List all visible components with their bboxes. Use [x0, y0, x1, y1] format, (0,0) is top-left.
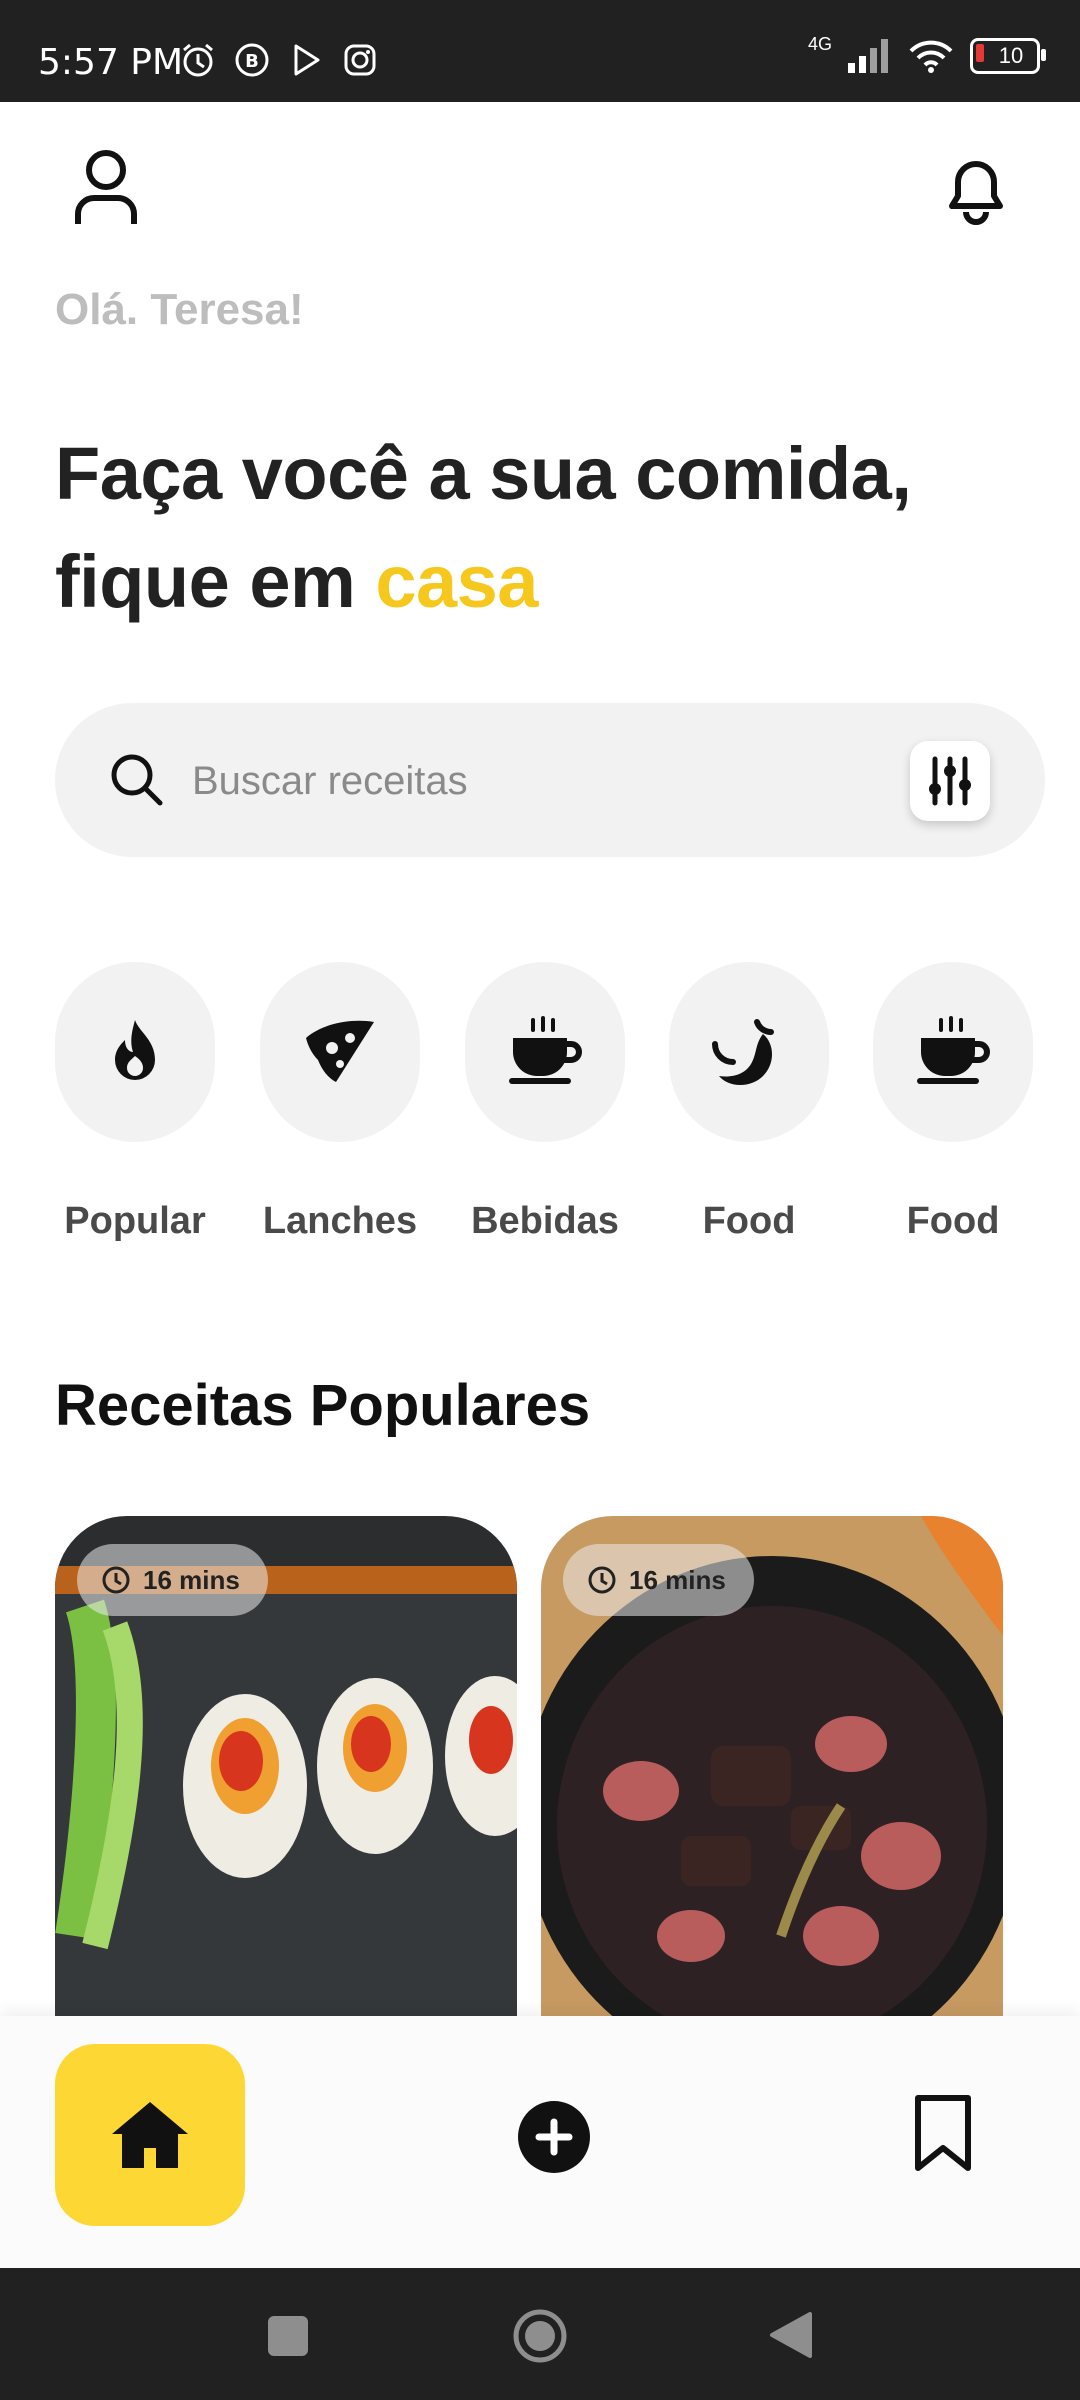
category-lanches[interactable]: Lanches	[260, 962, 420, 1243]
clock-icon	[102, 1566, 130, 1594]
bottom-nav	[0, 2016, 1080, 2268]
category-list: Popular Lanches Bebidas Food Food	[55, 962, 1080, 1252]
headline-line-1: Faça você a sua comida,	[55, 432, 912, 515]
bell-icon	[949, 161, 1003, 225]
category-food-2[interactable]: Food	[873, 962, 1033, 1243]
category-label: Popular	[64, 1200, 206, 1242]
nav-bookmark-button[interactable]	[912, 2094, 974, 2177]
sliders-icon	[929, 756, 971, 806]
wifi-icon	[909, 40, 953, 73]
signal-icon	[848, 39, 888, 73]
search-icon	[111, 754, 163, 806]
battery-level: 10	[998, 43, 1024, 68]
system-nav-bar	[0, 2268, 1080, 2400]
recipe-card[interactable]: 16 mins	[55, 1516, 517, 2016]
page-headline: Faça você a sua comida, fique em casa	[55, 420, 912, 636]
network-type: 4G	[807, 33, 832, 54]
category-label: Food	[906, 1200, 1000, 1242]
search-bar[interactable]	[55, 703, 1045, 857]
notifications-button[interactable]	[938, 150, 1014, 231]
home-icon	[112, 2102, 188, 2168]
instagram-icon	[344, 44, 376, 76]
category-label: Food	[702, 1200, 796, 1242]
back-button[interactable]	[768, 2310, 814, 2360]
section-title: Receitas Populares	[55, 1373, 591, 1438]
user-icon	[75, 150, 137, 224]
flame-icon	[115, 1020, 155, 1080]
alarm-icon	[183, 43, 213, 77]
filter-button[interactable]	[910, 741, 990, 821]
coffee-cup-icon	[917, 1016, 990, 1084]
greeting-text: Olá. Teresa!	[55, 285, 304, 334]
b-app-icon: B	[235, 43, 269, 77]
search-input[interactable]	[190, 745, 894, 817]
coffee-cup-icon	[509, 1016, 582, 1084]
pepper-icon	[712, 1019, 774, 1085]
bookmark-icon	[915, 2095, 971, 2171]
recents-button[interactable]	[268, 2316, 308, 2356]
clock-icon	[588, 1566, 616, 1594]
nav-add-button[interactable]	[517, 2100, 591, 2179]
category-label: Lanches	[262, 1200, 418, 1242]
system-home-button[interactable]	[512, 2308, 568, 2364]
category-popular[interactable]: Popular	[55, 962, 215, 1243]
add-circle-icon	[518, 2101, 590, 2173]
headline-line-2: fique em	[55, 540, 376, 623]
nav-home-button[interactable]	[55, 2044, 245, 2226]
category-label: Bebidas	[471, 1200, 619, 1242]
status-time: 5:57 PM	[38, 42, 184, 83]
recipe-card[interactable]: 16 mins	[541, 1516, 1003, 2016]
svg-text:B: B	[245, 51, 259, 72]
play-store-icon	[294, 44, 320, 76]
time-badge: 16 mins	[77, 1544, 268, 1616]
headline-accent: casa	[375, 540, 538, 623]
category-bebidas[interactable]: Bebidas	[465, 962, 625, 1243]
category-food[interactable]: Food	[669, 962, 829, 1243]
profile-button[interactable]	[72, 148, 140, 231]
battery-icon: 10	[970, 38, 1046, 74]
recipe-time: 16 mins	[143, 1564, 240, 1595]
time-badge: 16 mins	[563, 1544, 754, 1616]
pizza-slice-icon	[306, 1020, 374, 1082]
recipe-time: 16 mins	[629, 1564, 726, 1595]
status-bar: 5:57 PM B 4G 10	[0, 0, 1080, 102]
